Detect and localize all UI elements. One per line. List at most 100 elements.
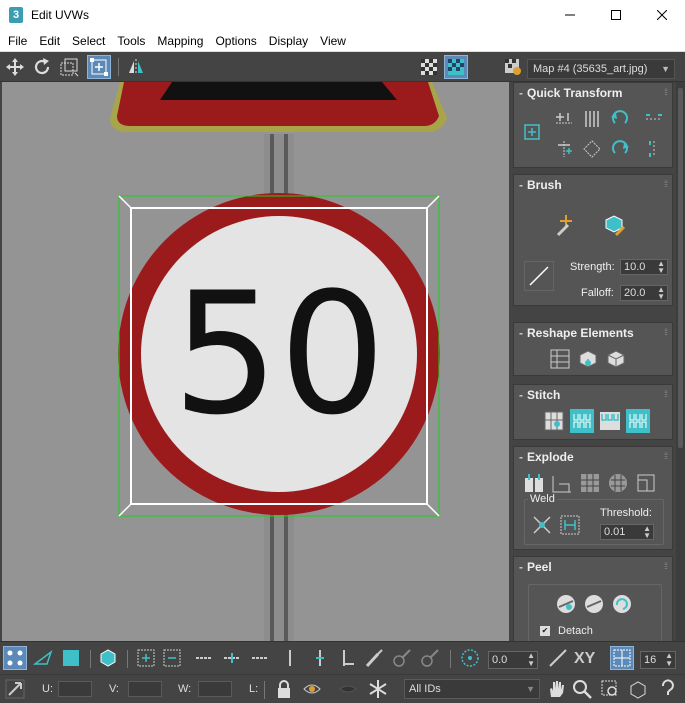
spacing-icon[interactable] — [580, 137, 604, 161]
falloff-curve-icon[interactable] — [524, 261, 554, 291]
rollout-stitch-header[interactable]: - Stitch — [514, 385, 672, 405]
unhide-icon[interactable] — [336, 677, 360, 701]
edge-mode-icon[interactable] — [31, 646, 55, 670]
map-select[interactable]: Map #4 (35635_art.jpg) ▼ — [527, 59, 675, 79]
paint-select-icon[interactable] — [362, 646, 386, 670]
help-icon[interactable] — [656, 677, 680, 701]
relax-icon[interactable] — [576, 347, 600, 371]
ring-grow-icon[interactable] — [308, 646, 332, 670]
zoom-region-icon[interactable] — [598, 677, 622, 701]
rollout-explode-header[interactable]: - Explode — [514, 447, 672, 467]
relax-brush-icon[interactable] — [600, 211, 628, 239]
menu-bar: File Edit Select Tools Mapping Options D… — [0, 30, 685, 52]
flip-vertical-icon[interactable] — [642, 137, 666, 161]
straighten-icon[interactable] — [548, 347, 572, 371]
ring-shrink-icon[interactable] — [336, 646, 360, 670]
rollout-peel-header[interactable]: - Peel — [514, 557, 672, 577]
freeze-icon[interactable] — [366, 677, 390, 701]
scale-icon[interactable] — [57, 55, 81, 79]
mirror-icon[interactable] — [124, 55, 148, 79]
freeform-icon[interactable] — [87, 55, 111, 79]
element-mode-icon[interactable] — [96, 646, 120, 670]
strength-spinner[interactable]: 10.0 ▲ ▼ — [620, 259, 668, 275]
zoom-icon[interactable] — [570, 677, 594, 701]
rotate-ccw-icon[interactable] — [608, 107, 632, 131]
panel-scrollbar[interactable] — [676, 82, 685, 641]
maximize-button[interactable] — [593, 0, 639, 30]
detach-checkbox[interactable]: ✔ — [540, 626, 550, 636]
align-vertical-dots-icon[interactable] — [552, 137, 576, 161]
show-map-icon[interactable] — [444, 55, 468, 79]
stitch-to-target-icon[interactable] — [626, 409, 650, 433]
loop-select-icon[interactable] — [192, 646, 216, 670]
menu-select[interactable]: Select — [66, 30, 111, 52]
paint-shrink-icon[interactable] — [418, 646, 442, 670]
quick-peel-icon[interactable] — [554, 592, 578, 616]
slash-line-icon[interactable] — [546, 646, 570, 670]
soft-selection-icon[interactable] — [458, 646, 482, 670]
vertex-mode-icon[interactable] — [3, 646, 27, 670]
relax-cube-icon[interactable] — [604, 347, 628, 371]
stitch-custom-icon[interactable] — [542, 409, 566, 433]
checker-icon[interactable] — [417, 55, 441, 79]
move-icon[interactable] — [3, 55, 27, 79]
peel-mode-icon[interactable] — [582, 592, 606, 616]
rollout-reshape-header[interactable]: - Reshape Elements — [514, 323, 672, 343]
menu-tools[interactable]: Tools — [111, 30, 151, 52]
menu-view[interactable]: View — [314, 30, 352, 52]
loop-shrink-icon[interactable] — [248, 646, 272, 670]
ids-select[interactable]: All IDs ▼ — [404, 679, 540, 699]
flatten-icon[interactable] — [634, 471, 658, 495]
paint-grow-icon[interactable] — [390, 646, 414, 670]
falloff-spinner[interactable]: 20.0 ▲ ▼ — [620, 285, 668, 301]
v-field[interactable] — [128, 681, 162, 697]
minimize-button[interactable] — [547, 0, 593, 30]
menu-file[interactable]: File — [2, 30, 33, 52]
xy-toggle[interactable]: XY — [574, 650, 595, 668]
w-field[interactable] — [198, 681, 232, 697]
hide-icon[interactable] — [300, 677, 324, 701]
close-button[interactable] — [639, 0, 685, 30]
align-vertical-icon[interactable] — [580, 107, 604, 131]
detach-edge-icon[interactable] — [550, 471, 574, 495]
pan-hand-icon[interactable] — [544, 677, 568, 701]
paint-move-brush-icon[interactable] — [552, 211, 580, 239]
angle-spinner[interactable]: 0.0 ▲ ▼ — [488, 651, 538, 669]
rollout-stitch: - Stitch ⁞⁞ — [513, 384, 673, 440]
explode-grid-icon[interactable] — [578, 471, 602, 495]
lock-icon[interactable] — [272, 677, 296, 701]
flip-horizontal-icon[interactable] — [642, 107, 666, 131]
loop-grow-icon[interactable] — [220, 646, 244, 670]
explode-checker-icon[interactable] — [606, 471, 630, 495]
align-horizontal-icon[interactable] — [552, 107, 576, 131]
grow-selection-icon[interactable] — [134, 646, 158, 670]
rollout-brush-header[interactable]: - Brush — [514, 175, 672, 195]
zoom-extents-icon[interactable] — [626, 677, 650, 701]
rotate-cw-icon[interactable] — [608, 137, 632, 161]
threshold-spinner[interactable]: 0.01 ▲ ▼ — [600, 524, 654, 540]
menu-edit[interactable]: Edit — [33, 30, 66, 52]
peel-reset-icon[interactable] — [610, 592, 634, 616]
weld-selected-icon[interactable] — [530, 513, 554, 537]
texture-settings-icon[interactable] — [501, 55, 525, 79]
menu-options[interactable]: Options — [209, 30, 262, 52]
uv-viewport[interactable]: 50 — [2, 82, 509, 641]
menu-mapping[interactable]: Mapping — [151, 30, 209, 52]
shrink-selection-icon[interactable] — [160, 646, 184, 670]
grid-snap-icon[interactable] — [610, 646, 634, 670]
face-mode-icon[interactable] — [59, 646, 83, 670]
align-center-icon[interactable] — [520, 120, 544, 144]
stitch-average-icon[interactable] — [598, 409, 622, 433]
menu-display[interactable]: Display — [263, 30, 314, 52]
scrollbar-thumb[interactable] — [678, 88, 683, 448]
grid-spinner[interactable]: 16 ▲ ▼ — [640, 651, 676, 669]
weld-threshold-icon[interactable] — [558, 513, 582, 537]
rollout-quick-transform-header[interactable]: - Quick Transform — [514, 83, 672, 103]
u-field[interactable] — [58, 681, 92, 697]
ring-select-icon[interactable] — [278, 646, 302, 670]
rotate-icon[interactable] — [30, 55, 54, 79]
rollout-explode: - Explode ⁞⁞ Weld Threshold: 0.01 ▲ ▼ — [513, 446, 673, 550]
break-icon[interactable] — [522, 471, 546, 495]
stitch-to-source-icon[interactable] — [570, 409, 594, 433]
absolute-offset-icon[interactable] — [3, 677, 27, 701]
